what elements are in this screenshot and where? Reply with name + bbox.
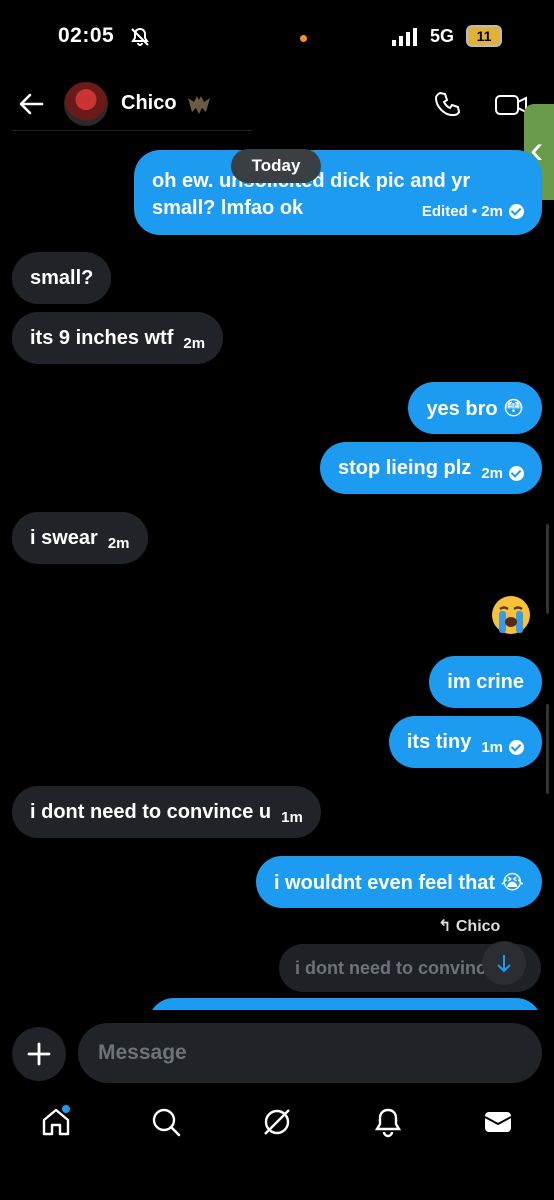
- message-bubble-incoming[interactable]: i dont need to convince u 1m: [12, 786, 321, 838]
- phone-call-icon[interactable]: [434, 90, 462, 118]
- message-bubble-incoming[interactable]: its 9 inches wtf 2m: [12, 312, 224, 364]
- video-call-icon[interactable]: [494, 92, 528, 118]
- network-type: 5G: [430, 26, 455, 46]
- scrollbar[interactable]: [546, 524, 549, 614]
- back-arrow-icon[interactable]: [18, 92, 44, 116]
- message-time: 1m: [281, 808, 303, 826]
- message-text: its 9 inches wtf: [30, 326, 174, 349]
- bat-emoji-icon: [188, 96, 210, 114]
- contact-avatar[interactable]: [64, 82, 108, 126]
- read-check-icon: [509, 465, 524, 481]
- message-bubble-outgoing[interactable]: its tiny 1m: [388, 716, 542, 768]
- signal-icon: [392, 28, 417, 46]
- message-bubble-incoming[interactable]: small?: [12, 252, 112, 304]
- reply-arrow-icon: ↰: [438, 918, 452, 935]
- read-check-icon: [509, 204, 524, 219]
- scroll-down-arrow-icon[interactable]: [482, 941, 526, 985]
- header-divider: [12, 130, 252, 131]
- notifications-bell-icon[interactable]: [372, 1106, 404, 1138]
- scrollbar[interactable]: [546, 704, 549, 794]
- battery-level: 11: [476, 28, 492, 44]
- message-time: 2m: [481, 464, 503, 482]
- grok-icon[interactable]: [261, 1106, 293, 1138]
- message-text: its tiny: [406, 730, 472, 753]
- message-bubble-incoming[interactable]: i swear 2m: [12, 512, 148, 564]
- battery-indicator: 11: [466, 25, 502, 47]
- message-bubble-outgoing[interactable]: oh ew. unsolicited dick pic and yr small…: [134, 150, 542, 235]
- date-separator: Today: [231, 149, 321, 183]
- message-bubble-outgoing[interactable]: yes bro 😳: [408, 382, 542, 434]
- message-text: yes bro 😳: [426, 397, 524, 420]
- search-icon[interactable]: [150, 1106, 182, 1138]
- message-time: 2m: [107, 534, 130, 552]
- message-time: 2m: [183, 334, 206, 352]
- message-text: i dont need to convince u: [30, 800, 272, 823]
- notification-dot: [62, 1105, 70, 1113]
- reply-label: ↰ Chico: [438, 916, 500, 936]
- loudly-crying-emoji-icon[interactable]: [490, 594, 532, 636]
- message-text: im crine: [447, 670, 524, 693]
- status-time: 02:05: [58, 24, 115, 47]
- message-text: i swear: [30, 526, 98, 549]
- quoted-text: i dont need to convince u: [295, 957, 513, 978]
- message-text: small?: [30, 266, 94, 289]
- messages-envelope-icon[interactable]: [482, 1106, 514, 1138]
- message-text: small? lmfao ok: [152, 197, 304, 219]
- message-text: i wouldnt even feel that 😭: [273, 871, 524, 894]
- message-input[interactable]: [78, 1023, 542, 1083]
- message-text: stop lieing plz: [337, 456, 472, 479]
- contact-name[interactable]: Chico: [121, 92, 177, 115]
- message-bubble-outgoing[interactable]: im crine: [429, 656, 542, 708]
- reply-to-name: Chico: [455, 918, 501, 935]
- message-bubble-outgoing[interactable]: stop lieing plz 2m: [319, 442, 542, 494]
- message-bubble-outgoing[interactable]: i wouldnt even feel that 😭: [255, 856, 542, 908]
- privacy-indicator-dot: [300, 35, 307, 42]
- read-check-icon: [509, 739, 524, 755]
- message-meta: Edited • 2m: [421, 203, 503, 220]
- plus-icon[interactable]: [12, 1027, 66, 1081]
- message-time: 1m: [481, 738, 503, 756]
- bell-muted-icon: [131, 27, 149, 46]
